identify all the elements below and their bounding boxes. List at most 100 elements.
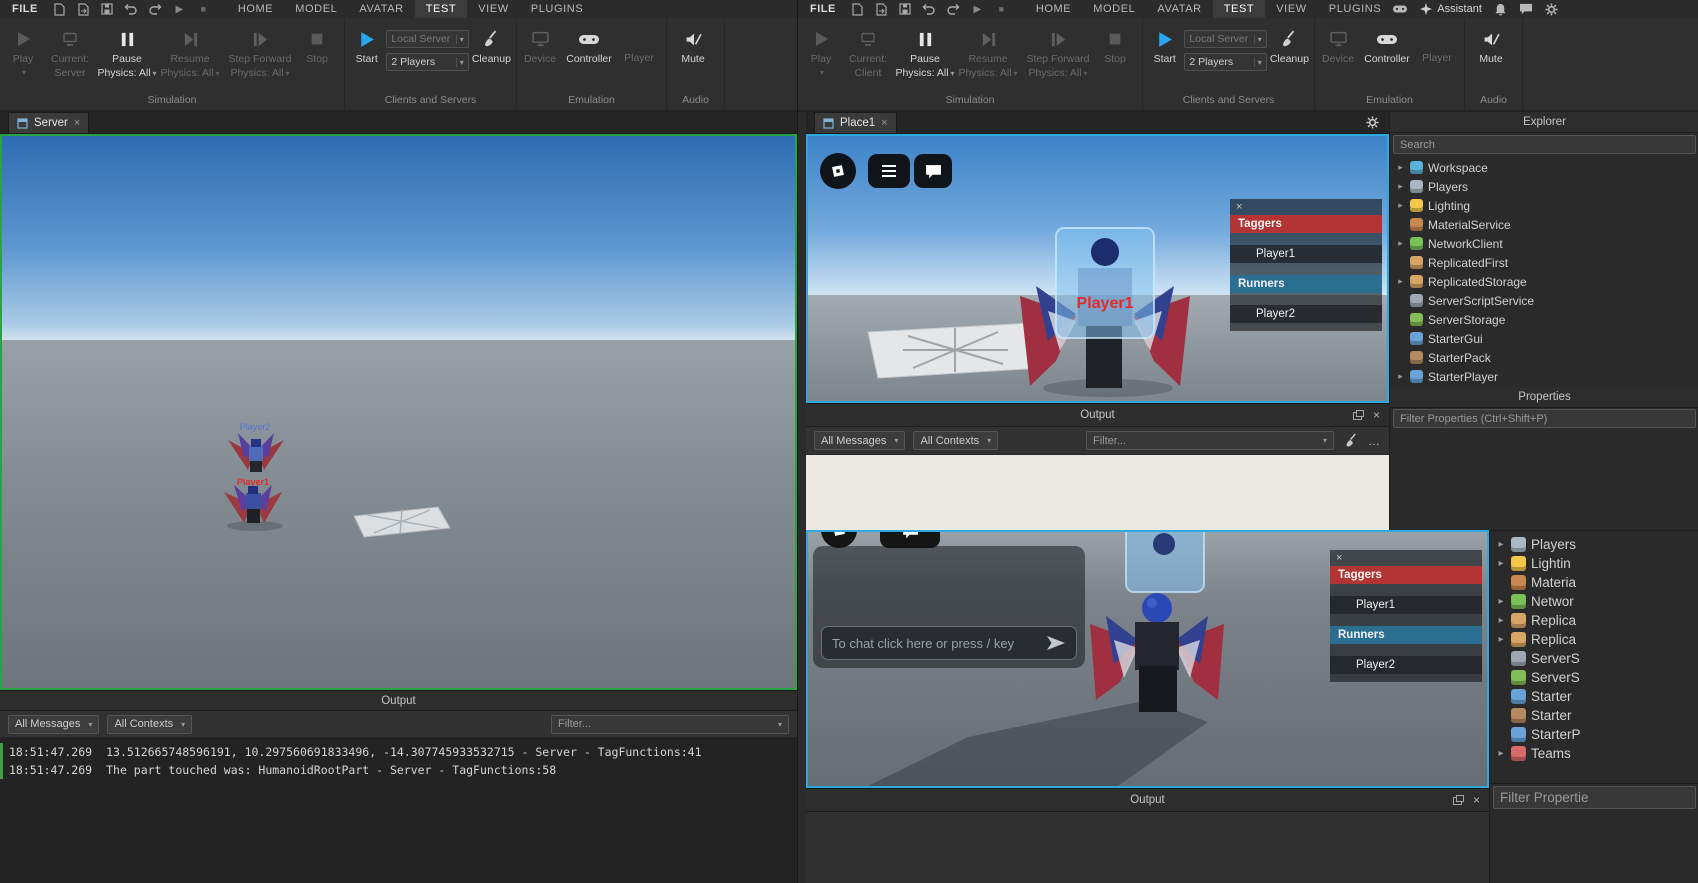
expand-chevron-icon[interactable]: ▸ (1496, 748, 1506, 759)
expand-chevron-icon[interactable]: ▸ (1496, 615, 1506, 626)
explorer-item-workspace[interactable]: ▸ Workspace (1390, 158, 1698, 177)
explorer-item-replicatedfirst[interactable]: ▸ReplicatedFirst (1390, 253, 1698, 272)
properties-filter-input[interactable] (1493, 786, 1696, 809)
expand-chevron-icon[interactable]: ▸ (1496, 558, 1506, 569)
hamburger-menu-button[interactable] (868, 154, 910, 188)
controller-button[interactable]: Controller (561, 23, 617, 94)
explorer-item-players[interactable]: ▸ Players (1490, 535, 1698, 554)
tab-close-icon[interactable]: × (881, 117, 887, 129)
redo-icon[interactable] (946, 2, 961, 17)
contexts-filter-dropdown[interactable]: All Contexts ▾ (913, 431, 999, 450)
open-icon[interactable] (76, 2, 91, 17)
output-filter-input[interactable]: ▾ (1086, 431, 1334, 450)
menu-model[interactable]: MODEL (284, 0, 348, 18)
play-icon[interactable]: ▶ (172, 2, 187, 17)
undo-icon[interactable] (124, 2, 139, 17)
step-forward-physics-button[interactable]: Step Forward Physics: All ▾ (222, 23, 298, 94)
tab-server[interactable]: Server × (8, 112, 90, 133)
viewport-settings-gear-icon[interactable] (1366, 116, 1379, 129)
close-icon[interactable]: × (1236, 201, 1242, 213)
explorer-item-starterplayer[interactable]: ▸ StarterPlayer (1390, 367, 1698, 386)
game-viewport-client2[interactable]: To chat click here or press / key × Tagg… (806, 530, 1489, 788)
player-emulation-button[interactable]: Player (1415, 23, 1459, 94)
tab-place1[interactable]: Place1 × (814, 112, 897, 133)
assistant-button[interactable]: Assistant (1420, 3, 1482, 15)
explorer-item-starterpack[interactable]: ▸StarterPack (1390, 348, 1698, 367)
undock-icon[interactable] (1352, 410, 1364, 420)
save-icon[interactable] (898, 2, 913, 17)
new-place-icon[interactable] (52, 2, 67, 17)
server-type-dropdown[interactable]: Local Server ▾ (386, 30, 469, 48)
menu-test[interactable]: TEST (414, 0, 468, 18)
explorer-item-networkclient[interactable]: ▸ Networ (1490, 592, 1698, 611)
play-icon[interactable]: ▶ (970, 2, 985, 17)
output-filter-field[interactable] (558, 718, 776, 730)
device-button[interactable]: Device (519, 23, 561, 94)
explorer-item-materialservice[interactable]: ▸Materia (1490, 573, 1698, 592)
explorer-item-startergui[interactable]: ▸StarterGui (1390, 329, 1698, 348)
menu-avatar[interactable]: AVATAR (348, 0, 414, 18)
close-icon[interactable]: × (1473, 794, 1480, 806)
stop-icon[interactable]: ■ (994, 2, 1009, 17)
explorer-item-lighting[interactable]: ▸ Lightin (1490, 554, 1698, 573)
gamepad-icon[interactable] (1392, 3, 1408, 15)
explorer-item-starterpack[interactable]: ▸Starter (1490, 706, 1698, 725)
player-count-dropdown[interactable]: 2 Players ▾ (386, 53, 469, 71)
chat-toggle-button[interactable] (914, 154, 952, 188)
close-icon[interactable]: × (1373, 409, 1380, 421)
start-button[interactable]: Start (1145, 23, 1184, 94)
explorer-item-replicatedfirst[interactable]: ▸ Replica (1490, 611, 1698, 630)
messages-filter-dropdown[interactable]: All Messages ▾ (814, 431, 906, 450)
expand-chevron-icon[interactable]: ▸ (1396, 162, 1405, 173)
expand-chevron-icon[interactable]: ▸ (1496, 634, 1506, 645)
pause-physics-button[interactable]: Pause Physics: All ▾ (894, 23, 956, 94)
output-filter-input[interactable]: ▾ (551, 714, 789, 734)
menu-model[interactable]: MODEL (1082, 0, 1146, 18)
file-menu[interactable]: FILE (0, 3, 48, 15)
explorer-item-serverstorage[interactable]: ▸ServerS (1490, 668, 1698, 687)
mute-button[interactable]: Mute (669, 23, 717, 94)
menu-plugins[interactable]: PLUGINS (520, 0, 595, 18)
menu-home[interactable]: HOME (1025, 0, 1082, 18)
open-icon[interactable] (874, 2, 889, 17)
controller-button[interactable]: Controller (1359, 23, 1415, 94)
explorer-item-materialservice[interactable]: ▸MaterialService (1390, 215, 1698, 234)
undo-icon[interactable] (922, 2, 937, 17)
player-count-dropdown[interactable]: 2 Players ▾ (1184, 53, 1267, 71)
explorer-item-starterplayer[interactable]: ▸StarterP (1490, 725, 1698, 744)
menu-avatar[interactable]: AVATAR (1146, 0, 1212, 18)
feedback-chat-icon[interactable] (1519, 3, 1533, 16)
explorer-item-startergui[interactable]: ▸Starter (1490, 687, 1698, 706)
roblox-menu-button[interactable] (820, 153, 856, 189)
new-place-icon[interactable] (850, 2, 865, 17)
play-button[interactable]: Play ▾ (2, 23, 44, 94)
resume-physics-button[interactable]: Resume Physics: All ▾ (956, 23, 1020, 94)
undock-icon[interactable] (1452, 795, 1464, 805)
save-icon[interactable] (100, 2, 115, 17)
tab-close-icon[interactable]: × (74, 117, 80, 129)
server-type-dropdown[interactable]: Local Server ▾ (1184, 30, 1267, 48)
expand-chevron-icon[interactable]: ▸ (1396, 276, 1405, 287)
stop-button[interactable]: Stop (298, 23, 336, 94)
menu-plugins[interactable]: PLUGINS (1318, 0, 1393, 18)
menu-view[interactable]: VIEW (1265, 0, 1318, 18)
menu-view[interactable]: VIEW (467, 0, 520, 18)
close-icon[interactable]: × (1336, 552, 1342, 564)
start-button[interactable]: Start (347, 23, 386, 94)
stop-button[interactable]: Stop (1096, 23, 1134, 94)
explorer-item-serverscriptservice[interactable]: ▸ServerS (1490, 649, 1698, 668)
menu-test[interactable]: TEST (1212, 0, 1266, 18)
game-viewport-server[interactable]: Player2 Player1 (0, 134, 797, 690)
contexts-filter-dropdown[interactable]: All Contexts ▾ (107, 714, 193, 734)
explorer-item-players[interactable]: ▸ Players (1390, 177, 1698, 196)
expand-chevron-icon[interactable]: ▸ (1496, 539, 1506, 550)
settings-gear-icon[interactable] (1545, 2, 1558, 16)
properties-filter-field[interactable] (1400, 412, 1689, 425)
explorer-item-serverscriptservice[interactable]: ▸ServerScriptService (1390, 291, 1698, 310)
explorer-item-replicatedstorage[interactable]: ▸ Replica (1490, 630, 1698, 649)
device-button[interactable]: Device (1317, 23, 1359, 94)
resume-physics-button[interactable]: Resume Physics: All ▾ (158, 23, 222, 94)
pause-physics-button[interactable]: Pause Physics: All ▾ (96, 23, 158, 94)
stop-icon[interactable]: ■ (196, 2, 211, 17)
cleanup-button[interactable]: Cleanup (1267, 23, 1312, 94)
